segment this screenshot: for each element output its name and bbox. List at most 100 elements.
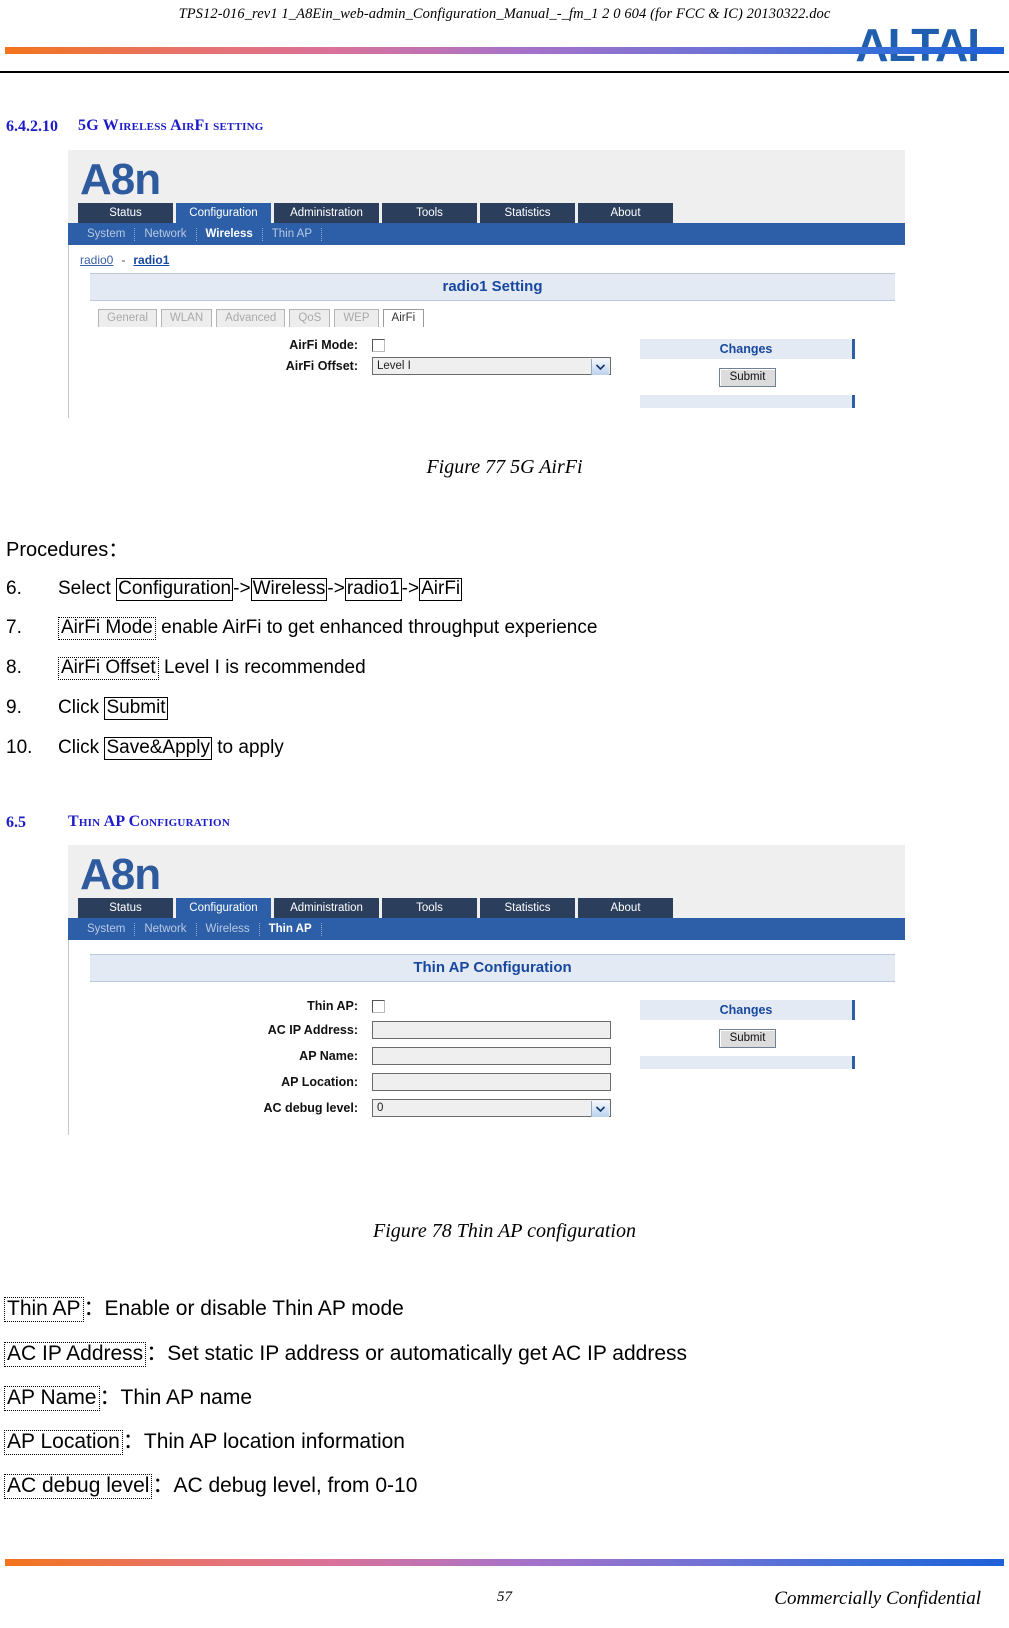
ui-header-bar-1: A8n Status Configuration Administration … xyxy=(68,150,905,245)
proc7-dotted-airfi-mode: AirFi Mode xyxy=(58,617,156,640)
changes-title-1: Changes xyxy=(640,339,855,359)
subtab-wep[interactable]: WEP xyxy=(334,309,379,327)
field-row-thin-ap: Thin AP: xyxy=(68,999,628,1013)
changes-footer-2 xyxy=(640,1056,855,1069)
proc6-box-radio1: radio1 xyxy=(344,578,402,601)
airfi-offset-value: Level I xyxy=(377,360,411,372)
radio-separator: - xyxy=(121,253,126,267)
submit-button-2[interactable]: Submit xyxy=(718,1029,777,1048)
procedure-6-text: Select Configuration -> Wireless -> radio1 ->… xyxy=(58,578,463,601)
subnav-item-system[interactable]: System xyxy=(78,227,136,241)
nav-tab-statistics-2[interactable]: Statistics xyxy=(480,898,575,918)
subtab-airfi[interactable]: AirFi xyxy=(382,309,425,327)
def-desc-ap-location: Thin AP location information xyxy=(143,1430,405,1453)
label-airfi-offset: AirFi Offset: xyxy=(285,359,358,373)
proc6-p0: Select xyxy=(58,578,117,599)
submit-button-1[interactable]: Submit xyxy=(718,368,777,387)
def-desc-ap-name: Thin AP name xyxy=(120,1386,253,1409)
subtab-wlan[interactable]: WLAN xyxy=(160,309,213,327)
subnav-item-thin-ap[interactable]: Thin AP xyxy=(263,227,323,241)
nav-tab-statistics[interactable]: Statistics xyxy=(480,203,575,223)
label-ap-name: AP Name: xyxy=(299,1049,358,1063)
ac-ip-address-input[interactable] xyxy=(372,1021,611,1039)
def-desc-ac-ip-address: Set static IP address or automatically g… xyxy=(167,1342,688,1365)
definition-ap-name: AP Name： Thin AP name xyxy=(4,1381,252,1411)
procedure-8-number: 8. xyxy=(6,657,22,678)
proc6-p2: -> xyxy=(233,578,251,599)
changes-body-1: Submit xyxy=(640,359,855,395)
def-term-ap-name: AP Name xyxy=(4,1386,100,1411)
label-ap-location: AP Location: xyxy=(281,1075,358,1089)
subnav-item-wireless-2[interactable]: Wireless xyxy=(197,922,260,936)
ap-name-input[interactable] xyxy=(372,1047,611,1065)
def-term-ac-debug-level: AC debug level xyxy=(4,1474,153,1499)
thin-ap-checkbox[interactable] xyxy=(372,999,385,1013)
changes-footer-1 xyxy=(640,395,855,408)
ac-debug-level-select[interactable]: 0 xyxy=(372,1099,611,1117)
def-desc-ac-debug-level: AC debug level, from 0-10 xyxy=(173,1474,418,1497)
definition-ac-ip-address: AC IP Address： Set static IP address or … xyxy=(4,1337,687,1367)
nav-tab-tools-2[interactable]: Tools xyxy=(382,898,477,918)
subtab-advanced[interactable]: Advanced xyxy=(216,309,286,327)
definition-thin-ap: Thin AP ： Enable or disable Thin AP mode xyxy=(4,1292,404,1322)
ap-location-input[interactable] xyxy=(372,1073,611,1091)
subtab-general[interactable]: General xyxy=(98,309,157,327)
page-header: TPS12-016_rev1 1_A8Ein_web-admin_Configu… xyxy=(0,0,1009,68)
procedure-7-number: 7. xyxy=(6,617,22,638)
body-left-rule-1 xyxy=(68,245,69,418)
nav-tab-configuration[interactable]: Configuration xyxy=(176,203,271,223)
nav-tab-administration[interactable]: Administration xyxy=(274,203,379,223)
panel-title-radio1: radio1 Setting xyxy=(90,273,895,301)
nav-tab-about-2[interactable]: About xyxy=(578,898,673,918)
procedure-item-9: 9. Click Submit xyxy=(6,697,168,720)
subnav-item-thin-ap-2[interactable]: Thin AP xyxy=(260,922,322,936)
radio-sub-tabs: General WLAN Advanced QoS WEP AirFi xyxy=(68,301,905,327)
airfi-offset-select[interactable]: Level I xyxy=(372,357,611,375)
confidential-notice: Commercially Confidential xyxy=(774,1588,981,1609)
screenshot-airfi: A8n Status Configuration Administration … xyxy=(68,150,905,418)
airfi-mode-checkbox[interactable] xyxy=(372,338,385,352)
procedure-item-7: 7. AirFi Mode enable AirFi to get enhanc… xyxy=(6,617,597,640)
main-nav-2: Status Configuration Administration Tool… xyxy=(68,898,905,918)
procedure-9-text: Click Submit xyxy=(58,697,168,720)
proc6-p4: -> xyxy=(327,578,345,599)
ui-header-bar-2: A8n Status Configuration Administration … xyxy=(68,845,905,940)
airfi-form: AirFi Mode: AirFi Offset: Level I Change… xyxy=(68,327,905,418)
sub-nav-1: System Network Wireless Thin AP xyxy=(68,223,905,245)
nav-tab-status-2[interactable]: Status xyxy=(78,898,173,918)
subnav-item-network[interactable]: Network xyxy=(135,227,197,241)
radio0-link[interactable]: radio0 xyxy=(80,253,113,267)
section-title-6-5: Thin AP Configuration xyxy=(68,813,230,830)
nav-tab-tools[interactable]: Tools xyxy=(382,203,477,223)
subtab-qos[interactable]: QoS xyxy=(289,309,331,327)
section-title-6-4-2-10: 5G Wireless AirFi setting xyxy=(78,117,264,134)
def-sep-1: ： xyxy=(146,1342,168,1365)
chevron-down-icon-2[interactable] xyxy=(591,1101,609,1117)
procedure-10-number: 10. xyxy=(6,737,33,758)
label-airfi-mode: AirFi Mode: xyxy=(289,338,358,352)
chevron-down-icon[interactable] xyxy=(591,359,609,375)
proc6-p6: -> xyxy=(401,578,420,599)
nav-tab-status[interactable]: Status xyxy=(78,203,173,223)
subnav-item-wireless[interactable]: Wireless xyxy=(197,227,263,241)
nav-tab-configuration-2[interactable]: Configuration xyxy=(176,898,271,918)
label-ac-ip-address: AC IP Address: xyxy=(267,1023,358,1037)
proc8-dotted-airfi-offset: AirFi Offset xyxy=(58,657,159,680)
procedure-item-8: 8. AirFi Offset Level I is recommended xyxy=(6,657,366,680)
subnav-item-system-2[interactable]: System xyxy=(78,922,136,936)
procedure-item-6: 6. Select Configuration -> Wireless -> radio… xyxy=(6,578,463,601)
radio1-link[interactable]: radio1 xyxy=(133,253,169,267)
field-row-ap-name: AP Name: xyxy=(68,1047,628,1065)
proc10-p0: Click xyxy=(58,737,105,758)
def-term-ac-ip-address: AC IP Address xyxy=(4,1342,147,1367)
screenshot-thin-ap: A8n Status Configuration Administration … xyxy=(68,845,905,1135)
definition-ac-debug-level: AC debug level： AC debug level, from 0-10 xyxy=(4,1469,417,1499)
definition-ap-location: AP Location： Thin AP location information xyxy=(4,1425,405,1455)
field-row-airfi-offset: AirFi Offset: Level I xyxy=(68,357,628,375)
nav-tab-administration-2[interactable]: Administration xyxy=(274,898,379,918)
subnav-item-network-2[interactable]: Network xyxy=(135,922,197,936)
figure-77-caption: Figure 77 5G AirFi xyxy=(426,456,583,478)
thin-ap-form-fields: Thin AP: AC IP Address: AP Name: AP Loca… xyxy=(68,994,628,1125)
nav-tab-about[interactable]: About xyxy=(578,203,673,223)
changes-title-2: Changes xyxy=(640,1000,855,1020)
